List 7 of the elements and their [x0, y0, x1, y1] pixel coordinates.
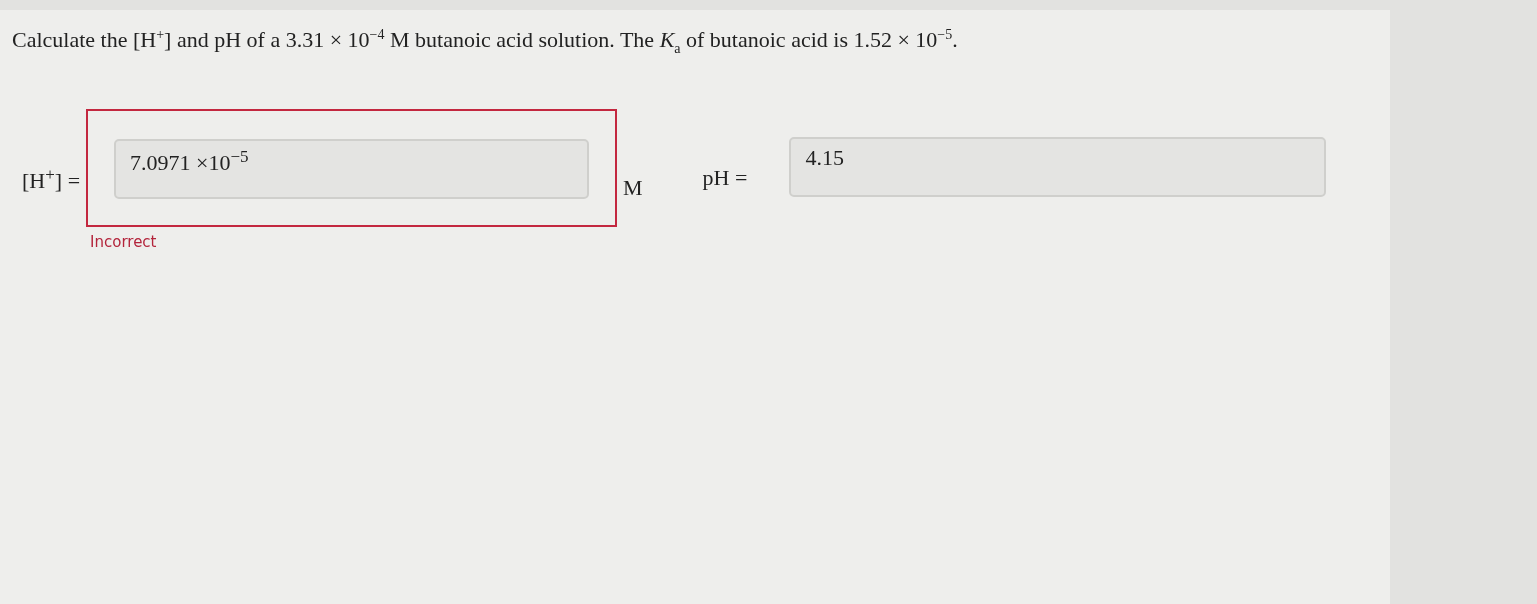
field-label: [H$^{+}$] = — [22, 164, 81, 195]
question-text: Calculate the [H$^{+}$] and pH of a 3.31 × 10$^{−4}$ M butanoic acid solution. The K$_{a}$ of butanoic acid is 1.52 × 10$^{−5}$. — [12, 27, 959, 57]
answer-field[interactable]: 4.15 — [789, 136, 1327, 197]
field-label: pH = — [702, 164, 748, 191]
answer-field[interactable]: 7.0971 ×10$^{−5}$ — [114, 138, 590, 199]
unit-label: M — [623, 174, 643, 201]
feedback-text: Incorrect — [90, 232, 157, 251]
